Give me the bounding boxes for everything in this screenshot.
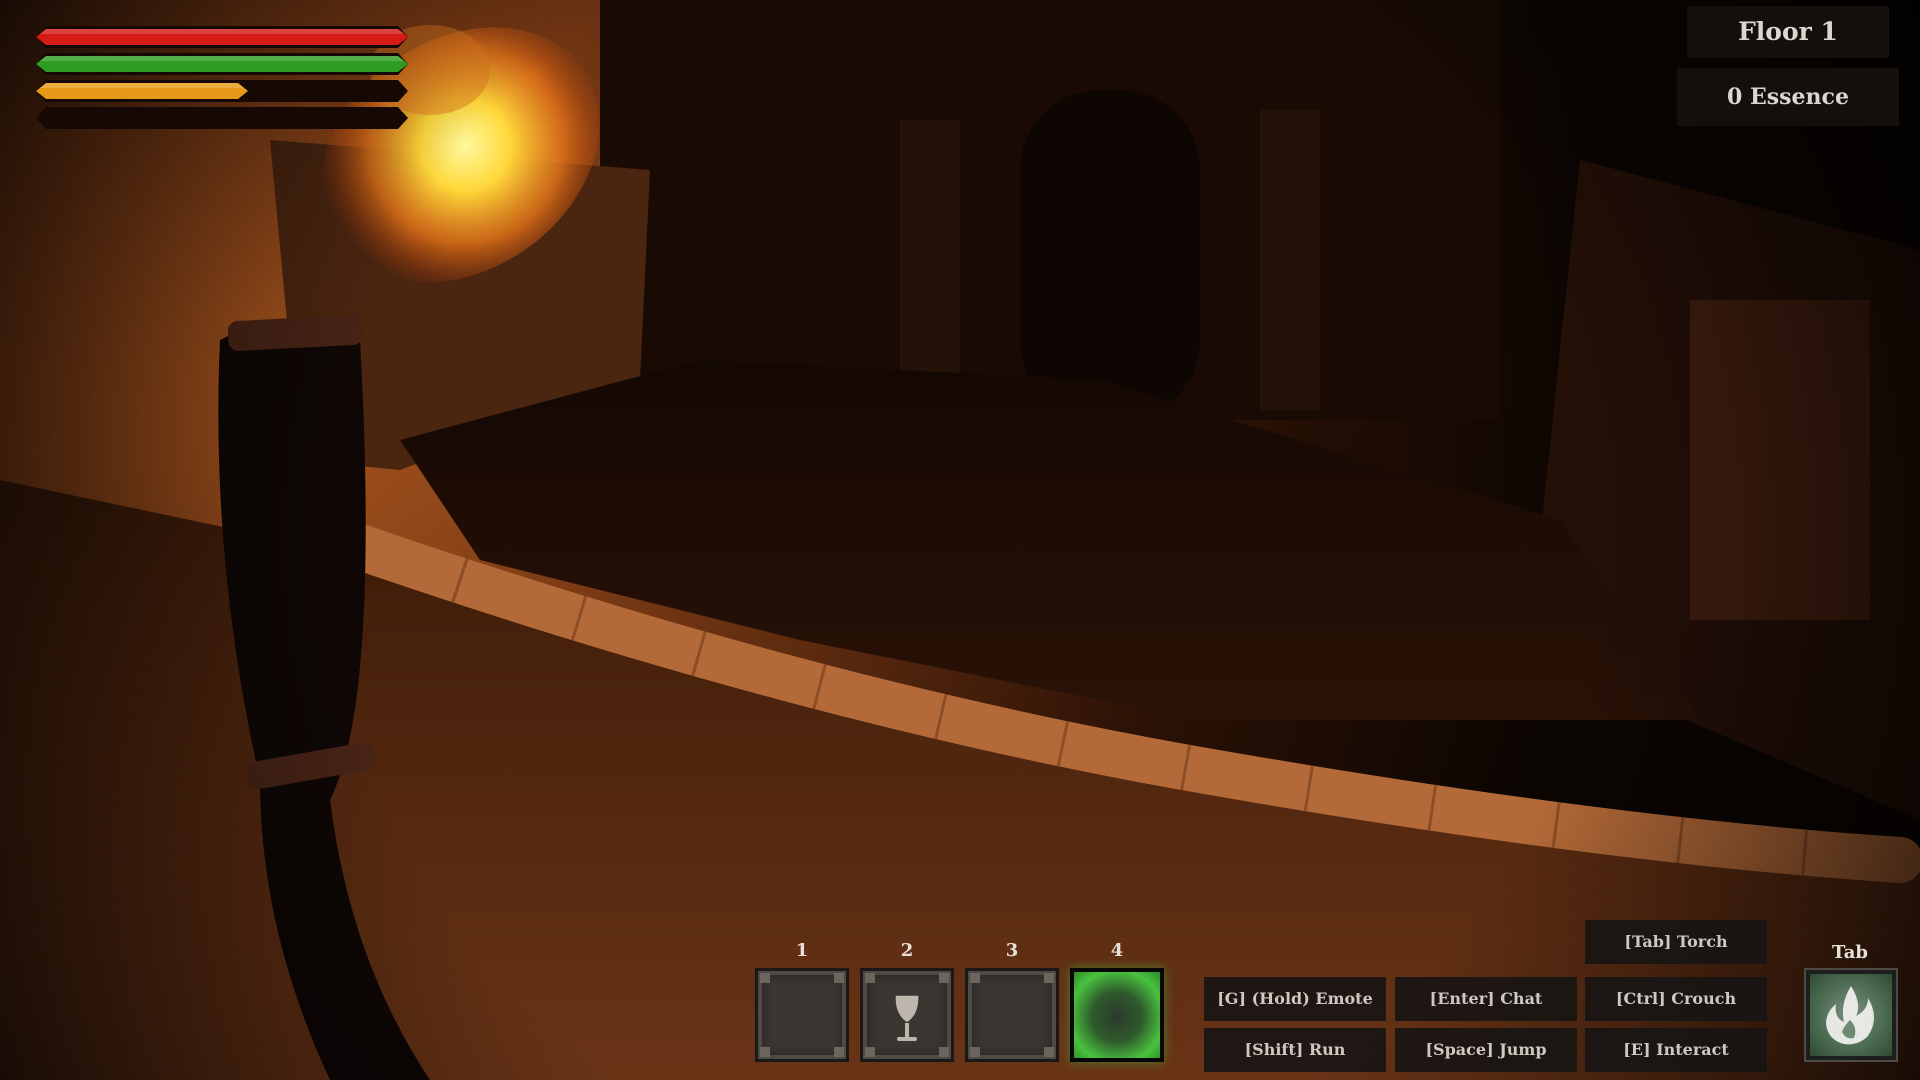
hint-jump: [Space] Jump (1395, 1028, 1577, 1072)
dungeon-viewport (0, 0, 1920, 1080)
hotbar-slot-2[interactable] (860, 968, 954, 1062)
slot-number-3: 3 (1005, 940, 1019, 961)
essence-counter: 0 Essence (1677, 68, 1899, 126)
hint-torch: [Tab] Torch (1585, 920, 1767, 964)
goblet-icon (894, 994, 920, 1041)
dungeon-scene (0, 0, 1920, 1080)
stamina-bar (36, 53, 408, 75)
slot-number-4: 4 (1110, 940, 1124, 961)
flame-icon (1826, 986, 1874, 1045)
slot-corner (970, 1047, 980, 1057)
hint-chat: [Enter] Chat (1395, 977, 1577, 1021)
health-bar-fill (36, 26, 408, 48)
slot-corner (834, 1047, 844, 1057)
stamina-bar-fill (36, 53, 408, 75)
slot-number-1: 1 (795, 940, 809, 961)
floor-indicator: Floor 1 (1687, 6, 1889, 58)
status-bars (36, 26, 416, 134)
hotbar-slot-1[interactable] (755, 968, 849, 1062)
torch-ability-slot[interactable] (1806, 970, 1896, 1060)
torch-fuel-bar-fill (36, 80, 248, 102)
slot-corner (970, 973, 980, 983)
torch-fuel-bar (36, 80, 408, 102)
hint-emote: [G] (Hold) Emote (1204, 977, 1386, 1021)
hint-crouch: [Ctrl] Crouch (1585, 977, 1767, 1021)
ability-key-label: Tab (1832, 942, 1868, 963)
slot-corner (1044, 1047, 1054, 1057)
slot-number-2: 2 (900, 940, 914, 961)
hint-interact: [E] Interact (1585, 1028, 1767, 1072)
slot-corner (834, 973, 844, 983)
hint-run: [Shift] Run (1204, 1028, 1386, 1072)
slot-corner (1044, 973, 1054, 983)
slot-corner (760, 973, 770, 983)
hotbar-slot-3[interactable] (965, 968, 1059, 1062)
empty-bar (36, 107, 408, 129)
health-bar (36, 26, 408, 48)
hotbar-slot-4[interactable] (1070, 968, 1164, 1062)
slot-corner (760, 1047, 770, 1057)
